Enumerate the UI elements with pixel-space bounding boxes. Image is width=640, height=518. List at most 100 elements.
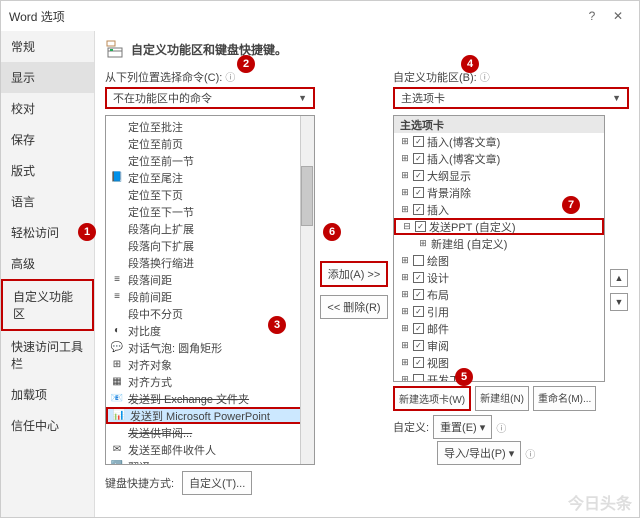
tree-item[interactable]: ⊞新建组 (自定义) xyxy=(394,235,604,252)
expand-icon[interactable]: ⊞ xyxy=(400,374,410,382)
sidebar-item[interactable]: 常规 xyxy=(1,31,94,62)
ribbon-tree[interactable]: 主选项卡⊞✓插入(博客文章)⊞✓插入(博客文章)⊞✓大纲显示⊞✓背景消除⊞✓插入… xyxy=(393,115,605,382)
sidebar-item[interactable]: 校对 xyxy=(1,93,94,124)
checkbox[interactable]: ✓ xyxy=(413,187,424,198)
command-icon xyxy=(110,137,124,151)
sidebar-item[interactable]: 高级 xyxy=(1,248,94,279)
sidebar-item[interactable]: 自定义功能区 xyxy=(1,279,94,331)
command-icon: ✉ xyxy=(110,443,124,457)
command-item[interactable]: 📊发送到 Microsoft PowerPoint xyxy=(106,407,314,424)
sidebar-item[interactable]: 版式 xyxy=(1,155,94,186)
tree-item[interactable]: ⊞✓视图 xyxy=(394,354,604,371)
sidebar-item[interactable]: 加载项 xyxy=(1,379,94,410)
choose-commands-combo[interactable]: 不在功能区中的命令▼ xyxy=(105,87,315,109)
move-down-button[interactable]: ▼ xyxy=(610,293,628,311)
checkbox[interactable]: ✓ xyxy=(413,153,424,164)
expand-icon[interactable]: ⊞ xyxy=(400,187,410,198)
expand-icon[interactable]: ⊞ xyxy=(400,255,410,266)
sidebar-item[interactable]: 显示 xyxy=(1,62,94,93)
command-icon: 📘 xyxy=(110,171,124,185)
expand-icon[interactable]: ⊞ xyxy=(400,357,410,368)
expand-icon[interactable]: ⊞ xyxy=(400,170,410,181)
reset-button[interactable]: 重置(E) ▾ xyxy=(433,415,492,439)
remove-button[interactable]: << 删除(R) xyxy=(320,295,387,319)
tree-item[interactable]: ⊞开发工具 xyxy=(394,371,604,382)
scrollbar[interactable] xyxy=(300,116,314,464)
checkbox[interactable] xyxy=(413,374,424,382)
tree-item[interactable]: ⊞✓布局 xyxy=(394,286,604,303)
command-item[interactable]: 🔤翻译 xyxy=(106,458,314,465)
expand-icon[interactable]: ⊞ xyxy=(400,306,410,317)
checkbox[interactable]: ✓ xyxy=(413,306,424,317)
expand-icon[interactable]: ⊞ xyxy=(400,136,410,147)
command-item[interactable]: 定位至批注 xyxy=(106,118,314,135)
tree-item[interactable]: ⊞✓邮件 xyxy=(394,320,604,337)
close-button[interactable]: ✕ xyxy=(605,6,631,26)
checkbox[interactable]: ✓ xyxy=(413,204,424,215)
command-item[interactable]: 定位至前页 xyxy=(106,135,314,152)
command-item[interactable]: 发送供审阅... xyxy=(106,424,314,441)
command-icon xyxy=(110,307,124,321)
sidebar-item[interactable]: 保存 xyxy=(1,124,94,155)
command-item[interactable]: 段落向上扩展 xyxy=(106,220,314,237)
customize-ribbon-combo[interactable]: 主选项卡▼ xyxy=(393,87,629,109)
command-item[interactable]: ≡段落间距 xyxy=(106,271,314,288)
tree-item[interactable]: ⊞✓插入(博客文章) xyxy=(394,133,604,150)
checkbox[interactable]: ✓ xyxy=(413,289,424,300)
heading-text: 自定义功能区和键盘快捷键。 xyxy=(131,41,287,58)
sidebar-item[interactable]: 轻松访问1 xyxy=(1,217,94,248)
checkbox[interactable] xyxy=(413,255,424,266)
checkbox[interactable]: ✓ xyxy=(413,170,424,181)
expand-icon[interactable]: ⊞ xyxy=(400,323,410,334)
command-item[interactable]: 段落换行缩进 xyxy=(106,254,314,271)
help-button[interactable]: ? xyxy=(579,6,605,26)
checkbox[interactable]: ✓ xyxy=(413,136,424,147)
new-group-button[interactable]: 新建组(N) xyxy=(475,386,529,411)
tree-item[interactable]: ⊞绘图 xyxy=(394,252,604,269)
tree-item[interactable]: ⊞✓大纲显示 xyxy=(394,167,604,184)
tree-item[interactable]: ⊞✓设计 xyxy=(394,269,604,286)
sidebar-item[interactable]: 快速访问工具栏 xyxy=(1,331,94,379)
checkbox[interactable]: ✓ xyxy=(413,272,424,283)
command-item[interactable]: ▦对齐方式 xyxy=(106,373,314,390)
checkbox[interactable]: ✓ xyxy=(413,357,424,368)
command-item[interactable]: 📧发送到 Exchange 文件夹 xyxy=(106,390,314,407)
command-item[interactable]: 定位至前一节 xyxy=(106,152,314,169)
expand-icon[interactable]: ⊟ xyxy=(402,221,412,232)
import-export-button[interactable]: 导入/导出(P) ▾ xyxy=(437,441,521,465)
command-item[interactable]: 段落向下扩展 xyxy=(106,237,314,254)
command-item[interactable]: 💬对话气泡: 圆角矩形 xyxy=(106,339,314,356)
sidebar-item[interactable]: 语言 xyxy=(1,186,94,217)
command-item[interactable]: 📘定位至尾注 xyxy=(106,169,314,186)
command-item[interactable]: ≡段前间距 xyxy=(106,288,314,305)
new-tab-button[interactable]: 新建选项卡(W) xyxy=(393,386,471,411)
expand-icon[interactable]: ⊞ xyxy=(400,340,410,351)
checkbox[interactable]: ✓ xyxy=(415,221,426,232)
expand-icon[interactable]: ⊞ xyxy=(400,272,410,283)
command-icon: ◐ xyxy=(110,324,124,338)
keyboard-customize-button[interactable]: 自定义(T)... xyxy=(182,471,252,495)
tree-item[interactable]: ⊞✓审阅 xyxy=(394,337,604,354)
command-item[interactable]: ✉发送至邮件收件人 xyxy=(106,441,314,458)
tree-item[interactable]: ⊟✓发送PPT (自定义) xyxy=(394,218,604,235)
tree-item[interactable]: ⊞✓插入(博客文章) xyxy=(394,150,604,167)
expand-icon[interactable]: ⊞ xyxy=(400,204,410,215)
sidebar-item[interactable]: 信任中心 xyxy=(1,410,94,441)
add-button[interactable]: 添加(A) >> xyxy=(320,261,389,287)
ribbon-icon xyxy=(105,39,125,59)
move-up-button[interactable]: ▲ xyxy=(610,269,628,287)
command-item[interactable]: ⊞对齐对象 xyxy=(106,356,314,373)
rename-button[interactable]: 重命名(M)... xyxy=(533,386,596,411)
command-item[interactable]: 定位至下页 xyxy=(106,186,314,203)
checkbox[interactable]: ✓ xyxy=(413,323,424,334)
expand-icon[interactable]: ⊞ xyxy=(400,153,410,164)
commands-listbox[interactable]: 定位至批注定位至前页定位至前一节📘定位至尾注定位至下页定位至下一节段落向上扩展段… xyxy=(105,115,315,465)
expand-icon[interactable]: ⊞ xyxy=(418,238,428,249)
command-icon: 📧 xyxy=(110,392,124,406)
sidebar: 常规显示校对保存版式语言轻松访问1高级自定义功能区快速访问工具栏加载项信任中心 xyxy=(1,31,95,517)
expand-icon[interactable]: ⊞ xyxy=(400,289,410,300)
command-item[interactable]: 定位至下一节 xyxy=(106,203,314,220)
tree-item[interactable]: ⊞✓引用 xyxy=(394,303,604,320)
checkbox[interactable]: ✓ xyxy=(413,340,424,351)
badge-5: 5 xyxy=(455,368,473,386)
